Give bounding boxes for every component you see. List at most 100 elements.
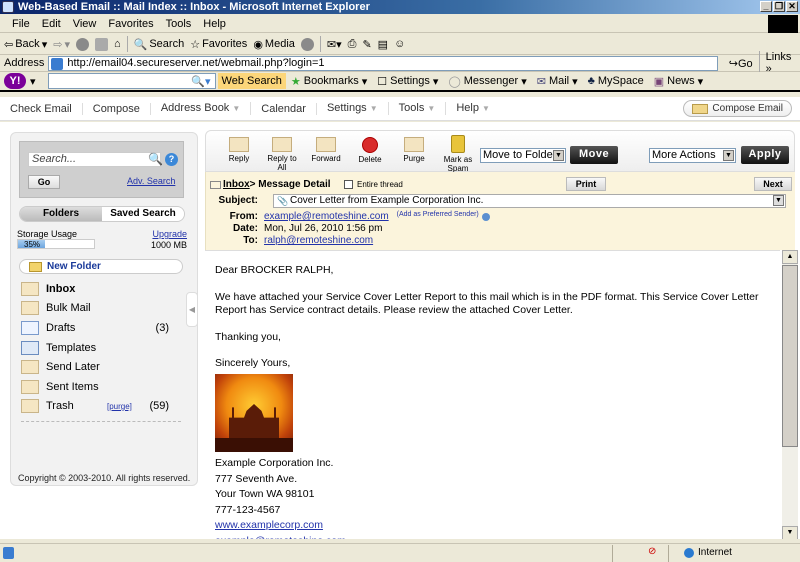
folder-trash[interactable]: Trash [purge] (59) [21,397,183,417]
minimize-button[interactable]: _ [760,1,772,12]
tab-saved-search[interactable]: Saved Search [102,207,184,221]
print-icon[interactable]: ⎙ [348,38,357,51]
menu-view[interactable]: View [67,18,103,30]
nav-settings[interactable]: Settings ▼ [317,102,389,115]
stop-icon[interactable] [75,37,89,51]
breadcrumb-inbox[interactable]: Inbox [223,179,250,190]
checkbox[interactable] [344,180,353,189]
nav-tools[interactable]: Tools ▼ [389,102,447,115]
settings-button[interactable]: ☐ Settings ▾ [372,75,443,88]
home-icon[interactable]: ⌂ [114,38,121,50]
search-icon: 🔍 [133,38,148,51]
move-button[interactable]: Move [570,146,618,164]
nav-help[interactable]: Help ▼ [446,102,500,115]
help-icon[interactable]: ? [165,153,178,166]
news-icon: ▣ [653,75,665,88]
mark-spam-button[interactable]: Mark as Spam [438,135,478,173]
subject-field[interactable]: 📎 Cover Letter from Example Corporation I… [273,194,786,208]
history-icon[interactable] [300,37,314,51]
more-actions-select[interactable]: More Actions ▼ [649,148,736,163]
nav-compose[interactable]: Compose [83,102,151,115]
adv-search-link[interactable]: Adv. Search [127,176,175,186]
folder-bulk-mail[interactable]: Bulk Mail [21,299,183,319]
apply-button[interactable]: Apply [741,146,789,164]
refresh-icon[interactable] [94,37,108,51]
back-button[interactable]: ⇦ Back ▾ [4,38,47,51]
nav-calendar[interactable]: Calendar [251,102,317,115]
scroll-down-button[interactable]: ▼ [782,526,798,540]
purge-link[interactable]: [purge] [107,402,132,411]
mail-icon[interactable]: ✉▾ [327,38,342,51]
new-folder-button[interactable]: New Folder [19,259,183,274]
folder-templates[interactable]: Templates [21,338,183,358]
from-email-link[interactable]: example@remoteshine.com [264,211,389,222]
delete-button[interactable]: Delete [350,137,390,164]
yahoo-search-input[interactable]: 🔍▾ [47,73,216,89]
scroll-up-button[interactable]: ▲ [782,250,798,264]
sig-website-link[interactable]: www.examplecorp.com [215,519,323,531]
purge-button[interactable]: Purge [394,137,434,163]
media-button[interactable]: ◉ Media [253,38,295,51]
reply-button[interactable]: Reply [219,137,259,163]
search-icon[interactable]: 🔍 [148,152,163,166]
search-button[interactable]: 🔍 Search [134,38,185,51]
menu-tools[interactable]: Tools [160,18,198,30]
sig-street: 777 Seventh Ave. [215,472,298,485]
print-button[interactable]: Print [566,177,606,191]
messenger-icon[interactable]: ☺ [394,38,405,50]
reply-all-button[interactable]: Reply to All [262,137,302,172]
discuss-icon[interactable]: ▤ [378,38,388,51]
close-button[interactable]: ✕ [786,1,798,12]
bookmarks-button[interactable]: ★ Bookmarks ▾ [286,75,372,88]
subject-label: Subject: [218,195,258,206]
help-icon[interactable] [481,213,490,221]
menu-file[interactable]: File [6,18,36,30]
web-search-button[interactable]: Web Search [217,73,286,89]
address-bar: Address http://email04.secureserver.net/… [0,51,800,75]
yahoo-logo[interactable]: Y! [4,73,26,89]
next-button[interactable]: Next [754,177,792,191]
forward-button[interactable]: Forward [306,137,346,163]
page-status-icon [3,547,14,559]
to-email-link[interactable]: ralph@remoteshine.com [264,235,373,246]
myspace-icon: ♣ [587,75,595,87]
folder-drafts[interactable]: Drafts (3) [21,318,183,338]
chevron-down-icon: ▼ [723,150,734,161]
myspace-button[interactable]: ♣ MySpace [583,75,649,87]
popup-blocked-icon[interactable]: ⊘ [648,546,656,557]
messenger-icon: ◯ [448,75,461,88]
mail-button[interactable]: ✉ Mail ▾ [532,75,583,88]
go-button[interactable]: ↪Go [723,57,759,70]
folder-sent-items[interactable]: Sent Items [21,377,183,397]
menu-favorites[interactable]: Favorites [102,18,159,30]
menu-edit[interactable]: Edit [36,18,67,30]
new-folder-icon [29,262,42,272]
mail-search-input[interactable]: Search... [28,152,161,167]
vertical-scrollbar[interactable]: ▲ ▼ [782,250,798,540]
compose-email-button[interactable]: Compose Email [683,100,792,117]
forward-button[interactable]: ⇨ ▾ [53,38,70,51]
nav-address-book[interactable]: Address Book ▼ [151,102,252,115]
folder-send-later[interactable]: Send Later [21,357,183,377]
nav-check-email[interactable]: Check Email [0,102,83,115]
yahoo-menu-caret[interactable]: ▾ [30,75,36,88]
messenger-button[interactable]: ◯ Messenger ▾ [443,75,531,88]
upgrade-link[interactable]: Upgrade [152,229,187,239]
chevron-down-icon[interactable]: ▼ [773,195,784,206]
tab-folders[interactable]: Folders [20,207,102,221]
edit-icon[interactable]: ✎ [362,38,371,51]
entire-thread-checkbox[interactable]: Entire thread [344,180,403,189]
move-to-folder-select[interactable]: Move to Folder ▼ [480,148,566,163]
address-input[interactable]: http://email04.secureserver.net/webmail.… [48,55,718,71]
collapse-sidebar-handle[interactable]: ◀ [186,292,198,327]
globe-icon [684,547,694,558]
window-titlebar: Web-Based Email :: Mail Index :: Inbox -… [0,0,800,14]
add-preferred-sender-link[interactable]: (Add as Preferred Sender) [397,211,479,222]
news-button[interactable]: ▣ News ▾ [649,75,708,88]
scroll-thumb[interactable] [782,265,798,447]
folder-inbox[interactable]: Inbox [21,279,183,299]
restore-button[interactable]: ❐ [773,1,785,12]
favorites-button[interactable]: ☆ Favorites [190,38,247,51]
search-go-button[interactable]: Go [28,175,60,189]
menu-help[interactable]: Help [197,18,232,30]
